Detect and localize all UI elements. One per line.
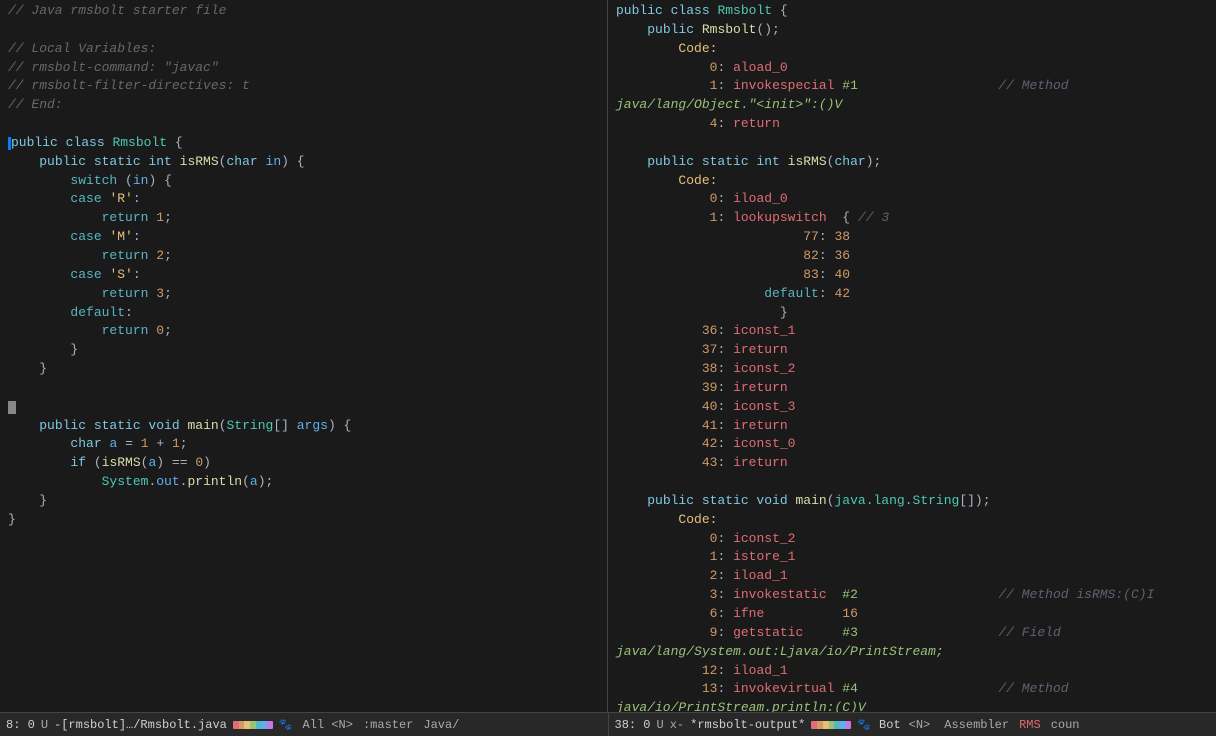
panes: // Java rmsbolt starter file // Local Va…: [0, 0, 1216, 712]
left-pane[interactable]: // Java rmsbolt starter file // Local Va…: [0, 0, 608, 712]
right-code-area: public class Rmsbolt { public Rmsbolt();…: [608, 0, 1216, 712]
right-icon: 🐾: [857, 718, 871, 732]
editor-container: // Java rmsbolt starter file // Local Va…: [0, 0, 1216, 736]
right-pane[interactable]: public class Rmsbolt { public Rmsbolt();…: [608, 0, 1216, 712]
right-rainbow-bar: [811, 721, 851, 729]
bot-label: Bot: [879, 718, 901, 732]
right-extra2: coun: [1051, 718, 1080, 732]
right-line-col: 38: 0: [615, 718, 651, 732]
right-filetype: Assembler: [944, 718, 1009, 732]
right-mode: U: [657, 718, 664, 732]
left-filetype: Java/: [423, 718, 459, 732]
statusbar-right: 38: 0 U x- *rmsbolt-output* 🐾 Bot <N> Ass…: [608, 712, 1216, 736]
left-mode: U: [41, 718, 48, 732]
left-code-area: // Java rmsbolt starter file // Local Va…: [0, 0, 607, 712]
right-filename: *rmsbolt-output*: [690, 718, 805, 732]
left-rainbow-bar: [233, 721, 273, 729]
statusbar-left: 8: 0 U -[rmsbolt]…/Rmsbolt.java 🐾 All <N…: [0, 712, 608, 736]
left-icon: 🐾: [279, 718, 293, 732]
right-extra: RMS: [1019, 718, 1041, 732]
left-line-col: 8: 0: [6, 718, 35, 732]
left-position: All <N>: [303, 718, 353, 732]
right-filename-prefix: x-: [670, 718, 684, 732]
status-row: 8: 0 U -[rmsbolt]…/Rmsbolt.java 🐾 All <N…: [0, 712, 1216, 736]
right-mode2: <N>: [909, 718, 931, 732]
left-filename: -[rmsbolt]…/Rmsbolt.java: [54, 718, 227, 732]
left-branch: :master: [363, 718, 413, 732]
